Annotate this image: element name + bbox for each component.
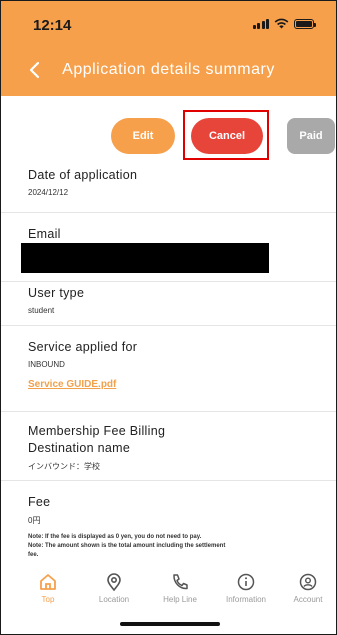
date-label: Date of application xyxy=(28,168,138,182)
email-label: Email xyxy=(28,227,61,241)
fee-note-3: fee. xyxy=(28,552,39,558)
tab-top[interactable]: Top xyxy=(18,572,78,604)
tab-label-information: Information xyxy=(225,595,267,604)
billing-value: インバウンド：学校 xyxy=(28,462,100,471)
status-bar: 12:14 xyxy=(1,1,336,45)
service-label: Service applied for xyxy=(28,340,138,354)
battery-icon xyxy=(294,18,316,29)
tab-label-help-line: Help Line xyxy=(163,595,197,604)
page-title: Application details summary xyxy=(62,61,275,78)
wifi-icon xyxy=(274,18,289,29)
status-time: 12:14 xyxy=(33,17,72,34)
tab-location[interactable]: Location xyxy=(84,572,144,604)
email-redaction xyxy=(21,243,269,273)
billing-label-line2: Destination name xyxy=(28,441,131,455)
fee-value: 0円 xyxy=(28,516,41,525)
fee-label: Fee xyxy=(28,495,51,509)
info-icon xyxy=(237,573,255,591)
date-section: Date of application 2024/12/12 xyxy=(1,156,336,213)
bottom-tab-bar: Top Location Help Line Information Accou… xyxy=(1,569,336,634)
details-content: Edit Cancel Paid Date of application 202… xyxy=(1,96,336,634)
cancel-button[interactable]: Cancel xyxy=(191,118,263,154)
service-guide-link[interactable]: Service GUIDE.pdf xyxy=(28,379,116,390)
fee-note-2: Note: The amount shown is the total amou… xyxy=(28,543,226,549)
service-section: Service applied for INBOUND Service GUID… xyxy=(1,326,336,412)
paid-button[interactable]: Paid xyxy=(287,118,335,154)
home-icon xyxy=(40,574,56,590)
tab-label-location: Location xyxy=(98,595,130,604)
status-icons xyxy=(252,18,316,29)
tab-label-account: Account xyxy=(293,595,323,604)
home-indicator xyxy=(120,622,220,626)
fee-note-1: Note: If the fee is displayed as 0 yen, … xyxy=(28,534,202,540)
action-buttons: Edit Cancel Paid xyxy=(1,110,336,160)
user-type-value: student xyxy=(28,306,55,315)
service-value: INBOUND xyxy=(28,360,65,369)
signal-icon xyxy=(252,18,269,29)
location-pin-icon xyxy=(107,573,121,592)
tab-label-top: Top xyxy=(41,595,55,604)
user-type-label: User type xyxy=(28,286,85,300)
app-header: Application details summary xyxy=(1,45,336,96)
tab-account[interactable]: Account xyxy=(278,572,336,604)
tab-help-line[interactable]: Help Line xyxy=(150,572,210,604)
edit-button[interactable]: Edit xyxy=(111,118,175,154)
app-screen: 12:14 Application details summary Edit C… xyxy=(0,0,337,635)
tab-information[interactable]: Information xyxy=(216,572,276,604)
billing-label-line1: Membership Fee Billing xyxy=(28,424,166,438)
account-icon xyxy=(299,573,317,591)
date-value: 2024/12/12 xyxy=(28,188,69,197)
phone-icon xyxy=(173,574,188,590)
fee-section: Fee 0円 Note: If the fee is displayed as … xyxy=(1,481,336,571)
billing-section: Membership Fee Billing Destination name … xyxy=(1,412,336,481)
user-type-section: User type student xyxy=(1,282,336,326)
